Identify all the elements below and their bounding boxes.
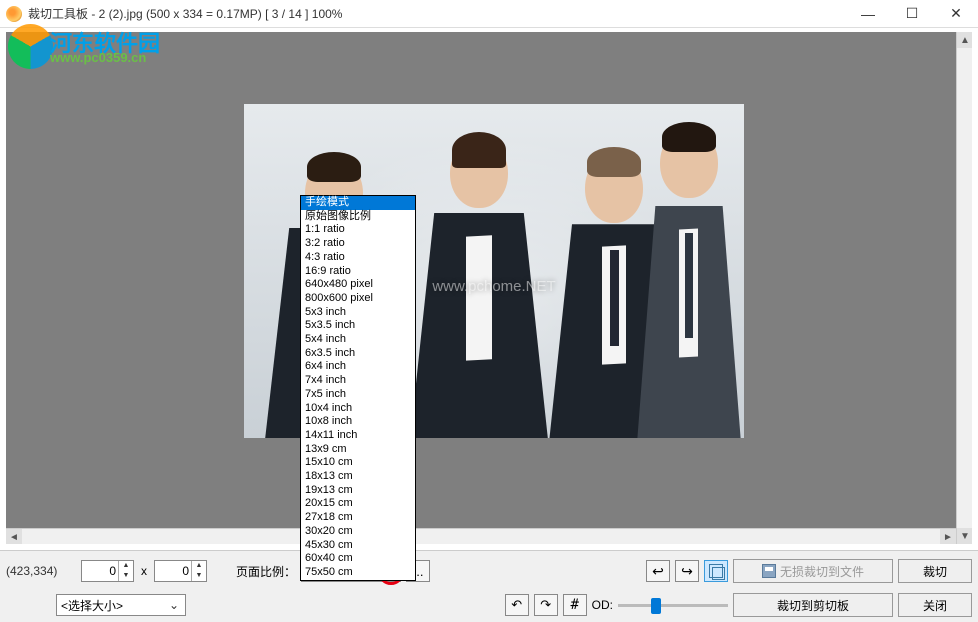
window-title: 裁切工具板 - 2 (2).jpg (500 x 334 = 0.17MP) [… bbox=[28, 5, 342, 22]
ratio-option[interactable]: 45x30 cm bbox=[301, 539, 415, 553]
x-separator: x bbox=[141, 564, 147, 578]
save-label: 无损裁切到文件 bbox=[780, 563, 864, 580]
ratio-option[interactable]: 75x50 cm bbox=[301, 566, 415, 580]
ratio-option[interactable]: 800x600 pixel bbox=[301, 292, 415, 306]
minimize-button[interactable]: — bbox=[846, 0, 890, 28]
ratio-option[interactable]: 10x8 inch bbox=[301, 415, 415, 429]
od-label: OD: bbox=[592, 598, 613, 612]
ratio-option[interactable]: 5x3 inch bbox=[301, 306, 415, 320]
crop-button[interactable]: 裁切 bbox=[898, 559, 972, 583]
ratio-option[interactable]: 10x4 inch bbox=[301, 402, 415, 416]
ratio-option[interactable]: 7x4 inch bbox=[301, 374, 415, 388]
ratio-option[interactable]: 4:3 ratio bbox=[301, 251, 415, 265]
ratio-option[interactable]: 6x4 inch bbox=[301, 360, 415, 374]
rotate-right-button[interactable]: ↷ bbox=[534, 594, 558, 616]
ratio-option[interactable]: 20x15 cm bbox=[301, 497, 415, 511]
image-url-overlay: www.pchome.NET bbox=[432, 278, 555, 295]
ratio-label: 页面比例： bbox=[236, 563, 296, 580]
crop-to-clipboard-button[interactable]: 裁切到剪切板 bbox=[733, 593, 893, 617]
width-up-icon[interactable]: ▲ bbox=[119, 561, 133, 571]
ratio-option[interactable]: 27x18 cm bbox=[301, 511, 415, 525]
save-to-file-button[interactable]: 无损裁切到文件 bbox=[733, 559, 893, 583]
ratio-option[interactable]: 19x13 cm bbox=[301, 484, 415, 498]
undo-icon: ↩ bbox=[652, 563, 664, 580]
od-slider[interactable] bbox=[618, 604, 728, 607]
scroll-right-icon[interactable]: ► bbox=[940, 529, 956, 544]
select-size-value: <选择大小> bbox=[61, 597, 123, 614]
height-up-icon[interactable]: ▲ bbox=[192, 561, 206, 571]
grid-button[interactable]: # bbox=[563, 594, 587, 616]
rotate-left-button[interactable]: ↶ bbox=[505, 594, 529, 616]
save-icon bbox=[762, 564, 776, 578]
scroll-left-icon[interactable]: ◄ bbox=[6, 529, 22, 544]
app-icon bbox=[6, 6, 22, 22]
ratio-option[interactable]: 1:1 ratio bbox=[301, 223, 415, 237]
ratio-option[interactable]: 18x13 cm bbox=[301, 470, 415, 484]
ratio-option[interactable]: 原始图像比例 bbox=[301, 210, 415, 224]
scrollbar-vertical[interactable]: ▲ ▼ bbox=[956, 32, 972, 544]
scroll-up-icon[interactable]: ▲ bbox=[957, 32, 972, 48]
slider-thumb[interactable] bbox=[651, 598, 661, 614]
ratio-option[interactable]: 5x3.5 inch bbox=[301, 319, 415, 333]
scroll-down-icon[interactable]: ▼ bbox=[957, 528, 972, 544]
close-window-button[interactable]: ✕ bbox=[934, 0, 978, 28]
redo-icon: ↪ bbox=[681, 563, 693, 580]
width-input[interactable] bbox=[82, 564, 118, 578]
height-stepper[interactable]: ▲▼ bbox=[154, 560, 207, 582]
ratio-option[interactable]: 30x20 cm bbox=[301, 525, 415, 539]
ratio-option[interactable]: 16:9 ratio bbox=[301, 265, 415, 279]
ratio-dropdown-list[interactable]: 手绘模式原始图像比例1:1 ratio3:2 ratio4:3 ratio16:… bbox=[300, 195, 416, 581]
close-button[interactable]: 关闭 bbox=[898, 593, 972, 617]
ratio-option[interactable]: 15x10 cm bbox=[301, 456, 415, 470]
select-size-combo[interactable]: <选择大小> bbox=[56, 594, 186, 616]
crop-bounds-button[interactable] bbox=[704, 560, 728, 582]
grid-icon: # bbox=[570, 597, 578, 613]
bottom-toolbar: (423,334) ▲▼ x ▲▼ 页面比例： ⌄ ... ↩ ↪ 无损裁切到文… bbox=[0, 550, 978, 622]
canvas-area[interactable]: www.pchome.NET ▲ ▼ ◄ ► bbox=[6, 32, 972, 544]
titlebar: 裁切工具板 - 2 (2).jpg (500 x 334 = 0.17MP) [… bbox=[0, 0, 978, 28]
undo-button[interactable]: ↩ bbox=[646, 560, 670, 582]
height-input[interactable] bbox=[155, 564, 191, 578]
ratio-option[interactable]: 640x480 pixel bbox=[301, 278, 415, 292]
ratio-option[interactable]: 3:2 ratio bbox=[301, 237, 415, 251]
rotate-left-icon: ↶ bbox=[511, 597, 522, 613]
ratio-option[interactable]: 7x5 inch bbox=[301, 388, 415, 402]
crop-bounds-icon bbox=[709, 564, 723, 578]
height-down-icon[interactable]: ▼ bbox=[192, 571, 206, 581]
width-down-icon[interactable]: ▼ bbox=[119, 571, 133, 581]
ratio-option[interactable]: 5x4 inch bbox=[301, 333, 415, 347]
redo-button[interactable]: ↪ bbox=[675, 560, 699, 582]
maximize-button[interactable]: ☐ bbox=[890, 0, 934, 28]
coord-display: (423,334) bbox=[6, 564, 76, 578]
ratio-option[interactable]: 14x11 inch bbox=[301, 429, 415, 443]
ratio-option[interactable]: 60x40 cm bbox=[301, 552, 415, 566]
width-stepper[interactable]: ▲▼ bbox=[81, 560, 134, 582]
ratio-option[interactable]: 13x9 cm bbox=[301, 443, 415, 457]
ratio-option[interactable]: 6x3.5 inch bbox=[301, 347, 415, 361]
ratio-option[interactable]: 手绘模式 bbox=[301, 196, 415, 210]
rotate-right-icon: ↷ bbox=[540, 597, 551, 613]
scrollbar-horizontal[interactable]: ◄ ► bbox=[6, 528, 956, 544]
